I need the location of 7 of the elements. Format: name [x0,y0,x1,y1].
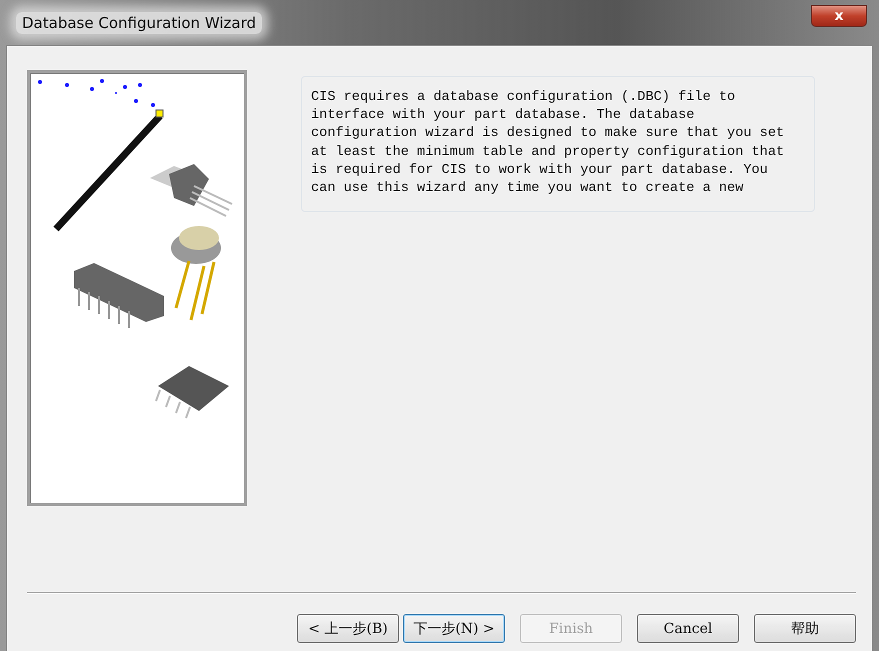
wizard-button[interactable]: Cancel [637,614,739,643]
wizard-button[interactable]: 下一步(N) > [403,614,505,643]
window-title: Database Configuration Wizard [16,12,262,34]
wizard-button[interactable]: 帮助 [754,614,856,643]
close-button[interactable]: x [811,5,867,27]
wizard-button[interactable]: < 上一步(B) [297,614,399,643]
intro-text: CIS requires a database configuration (.DBC) file to interface with your part database. The database configuration wizard is designed to make sure that you set at least the minimum table and property configuration that is required for CIS to work with your part database. You can use this wizard any time you want to create a new [311,89,786,198]
